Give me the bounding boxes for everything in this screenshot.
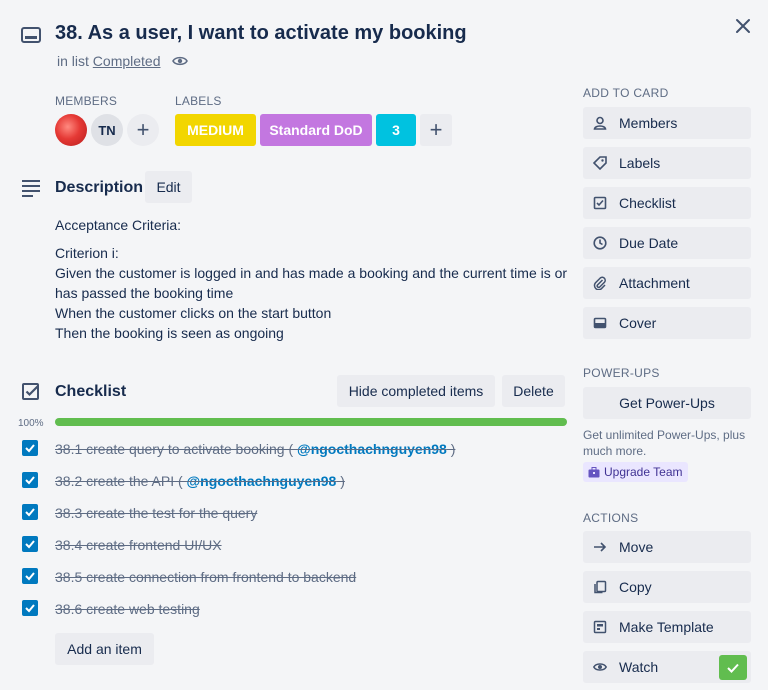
label-medium[interactable]: MEDIUM <box>175 114 256 146</box>
avatar[interactable] <box>55 114 87 146</box>
checklist-icon <box>20 381 42 403</box>
checkbox[interactable] <box>22 536 38 552</box>
checkbox[interactable] <box>22 472 38 488</box>
attachment-button-label: Attachment <box>619 275 690 291</box>
checklist-button-label: Checklist <box>619 195 676 211</box>
copy-button[interactable]: Copy <box>583 571 751 603</box>
get-powerups-label: Get Power-Ups <box>619 395 715 411</box>
person-icon <box>593 116 607 130</box>
checklist-item[interactable]: 38.5 create connection from frontend to … <box>55 569 356 585</box>
description-line: Acceptance Criteria: <box>55 217 182 233</box>
checklist-item[interactable]: 38.3 create the test for the query <box>55 505 257 521</box>
description-line: Criterion i: <box>55 245 119 261</box>
due-date-button-label: Due Date <box>619 235 679 251</box>
checklist-item[interactable]: 38.2 create the API ( @ngocthachnguyen98… <box>55 473 345 489</box>
add-label-button[interactable]: + <box>420 114 452 146</box>
checklist-heading: Checklist <box>55 383 127 400</box>
members-button[interactable]: Members <box>583 107 751 139</box>
description-line: Then the booking is seen as ongoing <box>55 325 284 341</box>
members-button-label: Members <box>619 115 678 131</box>
arrow-right-icon <box>593 540 607 554</box>
progress-percent: 100% <box>18 418 44 429</box>
description-line: has passed the booking time <box>55 285 234 301</box>
get-powerups-button[interactable]: Get Power-Ups <box>583 387 751 419</box>
checkbox[interactable] <box>22 568 38 584</box>
description-icon <box>20 177 42 199</box>
progress-bar <box>55 418 567 426</box>
label-standard-dod[interactable]: Standard DoD <box>260 114 372 146</box>
powerups-promo-text: Get unlimited Power-Ups, plus much more. <box>583 428 746 458</box>
move-button[interactable]: Move <box>583 531 751 563</box>
make-template-button-label: Make Template <box>619 619 714 635</box>
list-link[interactable]: Completed <box>93 53 161 69</box>
checkbox[interactable] <box>22 440 38 456</box>
clock-icon <box>593 236 607 250</box>
card-icon <box>20 24 42 46</box>
checklist-item-suffix: ) <box>446 441 456 457</box>
card-title: 38. As a user, I want to activate my boo… <box>55 22 467 44</box>
checklist-icon <box>593 196 607 210</box>
copy-button-label: Copy <box>619 579 652 595</box>
cover-icon <box>593 316 607 330</box>
add-to-card-heading: ADD TO CARD <box>583 86 669 100</box>
tag-icon <box>593 156 607 170</box>
description-heading: Description <box>55 179 144 196</box>
in-list-prefix: in list <box>57 53 93 69</box>
eye-icon <box>593 660 607 674</box>
make-template-button[interactable]: Make Template <box>583 611 751 643</box>
checklist-item-text: 38.2 create the API ( <box>55 473 187 489</box>
move-button-label: Move <box>619 539 654 555</box>
list-breadcrumb: in list Completed <box>57 53 161 69</box>
edit-description-button[interactable]: Edit <box>145 171 192 203</box>
actions-heading: ACTIONS <box>583 511 639 525</box>
mention[interactable]: @ngocthachnguyen98 <box>187 473 337 489</box>
add-item-button[interactable]: Add an item <box>55 633 154 665</box>
description-line: When the customer clicks on the start bu… <box>55 305 332 321</box>
checklist-button[interactable]: Checklist <box>583 187 751 219</box>
close-icon[interactable] <box>731 14 755 38</box>
paperclip-icon <box>593 276 607 290</box>
labels-button-label: Labels <box>619 155 661 171</box>
checkbox[interactable] <box>22 504 38 520</box>
cover-button-label: Cover <box>619 315 657 331</box>
labels-button[interactable]: Labels <box>583 147 751 179</box>
mention[interactable]: @ngocthachnguyen98 <box>297 441 447 457</box>
delete-checklist-button[interactable]: Delete <box>502 375 565 407</box>
members-heading: MEMBERS <box>55 94 118 108</box>
cover-button[interactable]: Cover <box>583 307 751 339</box>
label-points[interactable]: 3 <box>376 114 416 146</box>
checklist-item-text: 38.1 create query to activate booking ( <box>55 441 298 457</box>
checklist-item[interactable]: 38.6 create web testing <box>55 601 200 617</box>
eye-icon[interactable] <box>172 53 188 69</box>
watching-check-icon <box>719 655 747 680</box>
upgrade-team-label: Upgrade Team <box>604 465 683 479</box>
add-member-button[interactable]: + <box>127 114 159 146</box>
copy-icon <box>593 580 607 594</box>
template-icon <box>593 620 607 634</box>
hide-completed-button[interactable]: Hide completed items <box>337 375 495 407</box>
briefcase-icon <box>588 466 600 478</box>
checkbox[interactable] <box>22 600 38 616</box>
upgrade-team-button[interactable]: Upgrade Team <box>583 462 688 482</box>
due-date-button[interactable]: Due Date <box>583 227 751 259</box>
checklist-item[interactable]: 38.4 create frontend UI/UX <box>55 537 222 553</box>
labels-heading: LABELS <box>175 94 222 108</box>
powerups-heading: POWER-UPS <box>583 366 660 380</box>
avatar-initials[interactable]: TN <box>91 114 123 146</box>
checklist-item[interactable]: 38.1 create query to activate booking ( … <box>55 441 455 457</box>
watch-button-label: Watch <box>619 659 659 675</box>
checklist-item-suffix: ) <box>336 473 345 489</box>
attachment-button[interactable]: Attachment <box>583 267 751 299</box>
description-line: Given the customer is logged in and has … <box>55 265 568 281</box>
progress-fill <box>55 418 567 426</box>
